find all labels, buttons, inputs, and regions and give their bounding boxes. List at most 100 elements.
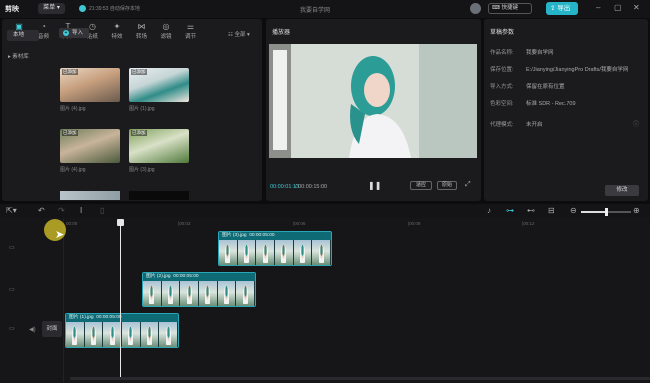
clip-duration: 00:00:05:00	[173, 274, 199, 279]
menu-button[interactable]: 菜单 ▾	[38, 3, 65, 14]
link-icon[interactable]: ⊷	[527, 206, 535, 215]
shortcut-button[interactable]: ⌨ 快捷键	[488, 3, 532, 14]
tab-label: 特效	[111, 34, 123, 40]
tab-filter[interactable]: ◎ 滤镜	[155, 20, 177, 40]
player-title: 播放器	[272, 30, 291, 36]
select-tool-icon[interactable]: ⇱▾	[6, 206, 17, 215]
prop-label: 作品名称:	[490, 50, 514, 56]
added-badge: 已添加	[62, 69, 78, 75]
ruler-label: |00:06	[293, 221, 306, 226]
timeline-clip[interactable]: 图片 (2).jpg 00:00:05:00	[142, 272, 256, 307]
prop-label: 色彩空间:	[490, 101, 514, 107]
sidebar-item-library[interactable]: ▸ 素材库	[8, 52, 29, 60]
ruler-label: 00:00	[66, 221, 78, 226]
track-icon[interactable]: ▭	[9, 286, 15, 293]
track-icon[interactable]: ▭	[9, 244, 15, 251]
added-badge: 已添加	[62, 130, 78, 136]
horizontal-scrollbar[interactable]	[70, 377, 650, 380]
ruler-label: |00:03	[178, 221, 191, 226]
filter-label: 全部	[234, 32, 246, 38]
video-preview[interactable]	[269, 44, 477, 158]
zoom-slider[interactable]	[581, 208, 631, 216]
added-badge: 已添加	[131, 69, 147, 75]
sidebar-library-label: 素材库	[12, 54, 29, 60]
plus-icon: +	[63, 30, 69, 36]
zoom-out-icon[interactable]: ⊖	[570, 206, 577, 215]
tab-label: 调节	[184, 34, 196, 40]
effects-icon: ✦	[113, 22, 121, 31]
media-thumbnail: 已添加	[129, 129, 189, 163]
zoom-in-icon[interactable]: ⊕	[633, 206, 640, 215]
close-icon[interactable]: ✕	[633, 3, 640, 12]
media-item-label: 图片 (1).jpg	[129, 106, 155, 112]
prop-value: 未开启	[526, 122, 543, 128]
transition-icon: ⋈	[137, 22, 146, 31]
clip-duration: 00:00:05:00	[249, 233, 275, 238]
redo-icon[interactable]: ↷	[58, 206, 65, 215]
video-frame	[269, 44, 477, 158]
zoom-slider-fill	[581, 211, 607, 213]
mute-icon[interactable]: ◀)	[29, 326, 36, 333]
minimize-icon[interactable]: –	[596, 3, 600, 12]
duration-value: 00:00:15:00	[298, 184, 328, 190]
ruler-label: |00:09	[408, 221, 421, 226]
media-item[interactable]: 已添加 图片 (1).jpg	[129, 68, 189, 112]
tab-label: 音频	[37, 34, 49, 40]
track-icon[interactable]: ▭	[9, 325, 15, 332]
playhead-handle[interactable]	[117, 219, 124, 226]
clip-name: 图片 (3).jpg	[222, 233, 247, 238]
clip-name: 图片 (2).jpg	[146, 274, 171, 279]
draft-title: 草稿参数	[490, 30, 515, 36]
media-thumbnail[interactable]	[60, 191, 120, 200]
info-icon[interactable]: ⓘ	[633, 119, 639, 128]
prop-label: 导入方式:	[490, 84, 514, 90]
sidebar-item-local[interactable]: 本地	[7, 30, 39, 41]
media-thumbnail: 已添加	[60, 68, 120, 102]
menu-label: 菜单	[43, 5, 56, 11]
tab-adjust[interactable]: ⚌ 调节	[180, 20, 202, 40]
cover-button[interactable]: 封面	[42, 321, 62, 337]
tab-label: 滤镜	[160, 34, 172, 40]
export-button[interactable]: ⇪ 导出	[546, 2, 578, 15]
clip-frames	[66, 322, 178, 347]
media-item-label: 图片 (4).jpg	[60, 167, 86, 173]
maximize-icon[interactable]: ▢	[614, 3, 622, 12]
timeline-clip[interactable]: 图片 (1).jpg 00:00:05:00	[65, 313, 179, 348]
clip-header: 图片 (1).jpg 00:00:05:00	[66, 314, 178, 322]
preview-axis-icon[interactable]: ⊟	[548, 206, 555, 215]
clip-header: 图片 (2).jpg 00:00:05:00	[143, 273, 255, 281]
media-item-label: 图片 (3).jpg	[129, 167, 155, 173]
original-ratio-button[interactable]: 原始	[437, 181, 457, 190]
autosave-icon	[79, 5, 86, 12]
zoom-slider-handle[interactable]	[605, 208, 608, 216]
media-item[interactable]: 已添加 图片 (4).jpg	[60, 68, 120, 112]
playhead[interactable]	[120, 219, 121, 379]
media-item[interactable]: 已添加 图片 (3).jpg	[129, 129, 189, 173]
filter-dropdown[interactable]: ☷ 全部 ▾	[228, 30, 250, 38]
filter-icon: ◎	[162, 22, 170, 31]
delete-icon[interactable]: ▯	[100, 206, 104, 215]
tab-effects[interactable]: ✦ 特效	[106, 20, 128, 40]
split-icon[interactable]: I	[80, 206, 82, 215]
play-pause-icon[interactable]: ❚❚	[368, 181, 381, 190]
app-logo: 剪映	[5, 6, 19, 13]
mic-icon[interactable]: ♪	[487, 206, 491, 215]
import-button[interactable]: + 导入	[59, 28, 89, 38]
prop-value: 我要自学网	[526, 50, 554, 56]
tab-transition[interactable]: ⋈ 转场	[131, 20, 153, 40]
fit-button[interactable]: 适应	[410, 181, 432, 190]
fullscreen-icon[interactable]: ⤢	[465, 181, 471, 189]
undo-icon[interactable]: ↶	[38, 206, 45, 215]
media-item[interactable]: 已添加 图片 (4).jpg	[60, 129, 120, 173]
magnet-icon[interactable]: ⊶	[506, 206, 514, 215]
autosave-status: 21:39:53 自动保存本地	[89, 6, 140, 12]
prop-value: 标准 SDR - Rec.709	[526, 101, 576, 107]
edit-button[interactable]: 修改	[605, 185, 639, 196]
avatar[interactable]	[470, 3, 481, 14]
prop-label: 保存位置:	[490, 67, 514, 73]
mouse-cursor-icon: ➤	[55, 229, 65, 241]
media-thumbnail: 已添加	[60, 129, 120, 163]
media-thumbnail[interactable]	[129, 191, 189, 200]
ruler-label: |00:12	[522, 221, 535, 226]
timeline-clip[interactable]: 图片 (3).jpg 00:00:05:00	[218, 231, 332, 266]
